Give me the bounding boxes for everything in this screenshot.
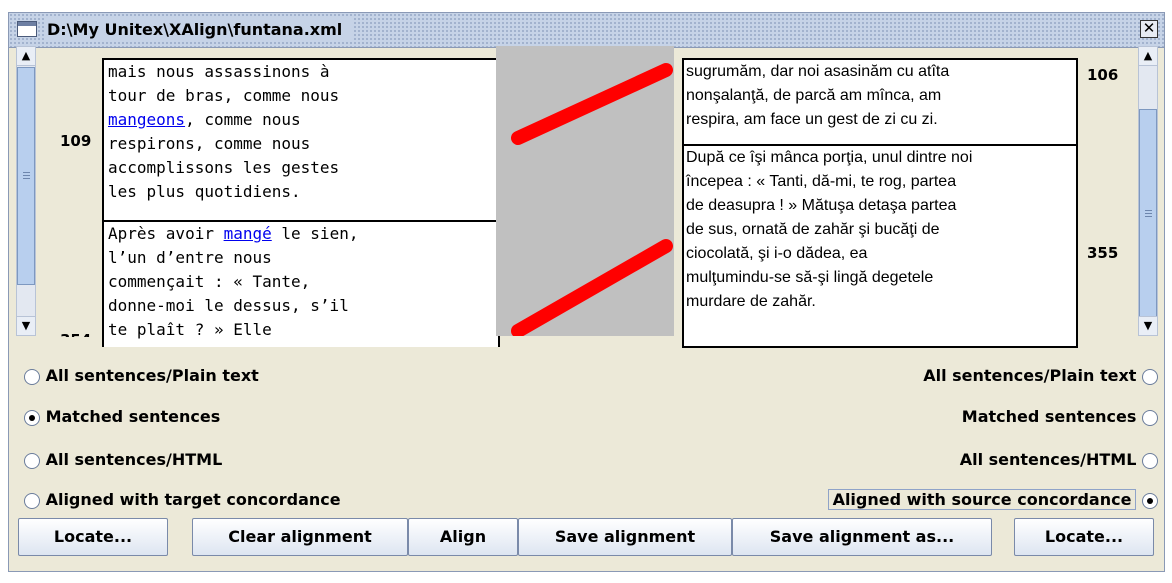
text-line: de sus, ornată de zahăr şi bucăţi de — [686, 221, 940, 238]
alignment-link-line[interactable] — [511, 63, 673, 145]
title-bar[interactable]: D:\My Unitex\XAlign\funtana.xml ✕ — [9, 13, 1164, 48]
right-sentence-number: 106 — [1087, 66, 1119, 84]
close-icon[interactable]: ✕ — [1140, 20, 1158, 38]
radio-icon[interactable] — [24, 368, 40, 385]
text-line: nonşalanţă, de parcă am mînca, am — [686, 87, 942, 104]
radio-icon[interactable] — [1142, 492, 1158, 509]
text-line: mais nous assassinons à — [108, 62, 330, 81]
left-option-html[interactable]: All sentences/HTML — [24, 447, 222, 473]
text-line: commençait : « Tante, — [108, 272, 311, 291]
left-sentence-number: 109 — [60, 132, 92, 150]
right-option-concordance[interactable]: Aligned with source concordance — [827, 487, 1158, 513]
left-option-concordance[interactable]: Aligned with target concordance — [24, 487, 341, 513]
text-line: respira, am face un gest de zi cu zi. — [686, 111, 938, 128]
left-sentence-panel[interactable]: mais nous assassinons à tour de bras, co… — [102, 58, 500, 222]
word-link[interactable]: mangé — [224, 224, 272, 243]
right-option-matched[interactable]: Matched sentences — [962, 404, 1158, 430]
text-line: donne-moi le dessus, s’il — [108, 296, 349, 315]
text-line: sugrumăm, dar noi asasinăm cu atîta — [686, 63, 950, 80]
right-option-html[interactable]: All sentences/HTML — [960, 447, 1158, 473]
window-title: D:\My Unitex\XAlign\funtana.xml — [45, 18, 353, 42]
right-sentence-number: 355 — [1087, 244, 1119, 262]
scroll-down-icon[interactable]: ▼ — [1139, 316, 1157, 335]
radio-icon[interactable] — [24, 492, 40, 509]
text-line: începea : « Tanti, dă-mi, te rog, partea — [686, 173, 957, 190]
align-button[interactable]: Align — [408, 518, 518, 556]
radio-icon[interactable] — [24, 452, 40, 469]
text-line: les plus quotidiens. — [108, 182, 301, 201]
alignment-link-line[interactable] — [511, 239, 673, 338]
left-option-matched[interactable]: Matched sentences — [24, 404, 220, 430]
text-line: Après avoir mangé le sien, — [108, 224, 359, 243]
text-line: de deasupra ! » Mătuşa detaşa partea — [686, 197, 957, 214]
right-option-plain-text[interactable]: All sentences/Plain text — [923, 363, 1158, 389]
left-scrollbar[interactable]: ▲ ▼ — [16, 46, 36, 336]
text-line: ciocolată, şi i-o dădea, ea — [686, 245, 868, 262]
right-sentence-panel[interactable]: După ce îşi mânca porţia, unul dintre no… — [682, 144, 1078, 348]
text-line: te plaît ? » Elle — [108, 320, 272, 339]
locate-right-button[interactable]: Locate... — [1014, 518, 1154, 556]
right-scrollbar[interactable]: ▲ ▼ — [1138, 46, 1158, 336]
save-alignment-as-button[interactable]: Save alignment as... — [732, 518, 992, 556]
text-line: După ce îşi mânca porţia, unul dintre no… — [686, 149, 973, 166]
scroll-up-icon[interactable]: ▲ — [17, 47, 35, 66]
word-link[interactable]: mangeons — [108, 110, 185, 129]
left-option-plain-text[interactable]: All sentences/Plain text — [24, 363, 259, 389]
window-icon — [17, 21, 37, 37]
radio-icon[interactable] — [1142, 409, 1158, 426]
clear-alignment-button[interactable]: Clear alignment — [192, 518, 408, 556]
left-scroll-thumb[interactable] — [17, 67, 35, 285]
alignment-canvas[interactable] — [496, 46, 674, 338]
text-line: mangeons, comme nous — [108, 110, 301, 129]
scroll-up-icon[interactable]: ▲ — [1139, 47, 1157, 66]
text-line: respirons, comme nous — [108, 134, 311, 153]
right-sentence-panel[interactable]: sugrumăm, dar noi asasinăm cu atîta nonş… — [682, 58, 1078, 146]
locate-left-button[interactable]: Locate... — [18, 518, 168, 556]
right-scroll-thumb[interactable] — [1139, 109, 1157, 319]
text-line: tour de bras, comme nous — [108, 86, 340, 105]
left-sentence-panel[interactable]: Après avoir mangé le sien, l’un d’entre … — [102, 220, 500, 347]
radio-icon[interactable] — [24, 409, 40, 426]
text-line: accomplissons les gestes — [108, 158, 340, 177]
text-line: mulţumindu-se să-şi lingă degetele — [686, 269, 934, 286]
scroll-down-icon[interactable]: ▼ — [17, 316, 35, 335]
text-line: murdare de zahăr. — [686, 293, 816, 310]
alignment-links — [511, 63, 673, 338]
radio-icon[interactable] — [1142, 452, 1158, 469]
save-alignment-button[interactable]: Save alignment — [518, 518, 732, 556]
left-sentence-number: 354 — [60, 331, 91, 337]
text-line: l’un d’entre nous — [108, 248, 272, 267]
radio-icon[interactable] — [1142, 368, 1158, 385]
